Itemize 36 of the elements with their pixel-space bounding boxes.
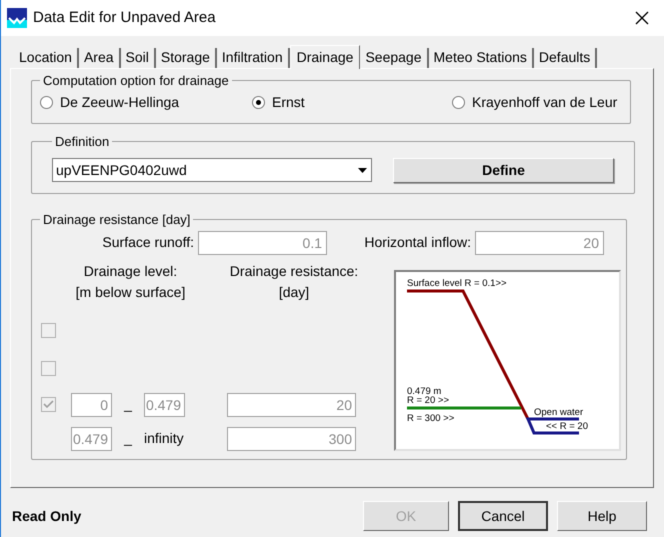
diagram-label: << R = 20 [546, 420, 588, 432]
diagram-label: Open water [534, 406, 584, 418]
radio-label[interactable]: De Zeeuw-Hellinga [60, 92, 180, 113]
radio-button[interactable] [452, 96, 465, 109]
range-separator: _ [122, 395, 133, 414]
define-button[interactable]: Define [393, 158, 614, 182]
status-text: Read Only [12, 506, 82, 526]
group-title: Computation option for drainage [42, 72, 230, 90]
window-title: Data Edit for Unpaved Area [33, 8, 216, 28]
group-title: Drainage resistance [day] [42, 211, 192, 229]
column-heading: [m below surface] [76, 282, 186, 302]
range-separator: _ [122, 429, 133, 448]
app-icon [7, 8, 27, 28]
caret-icon [358, 168, 367, 172]
surface-runoff-label: Surface runoff: [101, 233, 195, 252]
horizontal-inflow-label: Horizontal inflow: [363, 233, 472, 252]
radio-button[interactable] [40, 96, 53, 109]
radio-label[interactable]: Krayenhoff van de Leur [472, 92, 618, 113]
dialog-button[interactable]: Help [557, 501, 647, 531]
radio-button[interactable] [252, 96, 265, 109]
dropdown-value: upVEENPG0402uwd [55, 160, 188, 180]
definition-dropdown[interactable]: upVEENPG0402uwd [52, 158, 372, 182]
column-heading: Drainage resistance: [230, 262, 358, 281]
diagram-label: Surface level R = 0.1>> [407, 278, 507, 288]
open-water-line [526, 417, 579, 434]
level-to-text: infinity [144, 429, 185, 448]
close-icon[interactable] [635, 11, 649, 25]
dialog-button[interactable]: Cancel [458, 501, 548, 531]
group-title: Definition [54, 133, 110, 151]
diagram-label: R = 20 >> [407, 394, 449, 406]
column-heading: Drainage level: [84, 262, 178, 281]
radio-label[interactable]: Ernst [272, 92, 305, 113]
column-heading: [day] [278, 282, 310, 302]
tab[interactable]: Drainage [290, 45, 360, 69]
diagram-label: 0.479 m [407, 386, 442, 396]
diagram-label: R = 300 >> [407, 412, 454, 424]
